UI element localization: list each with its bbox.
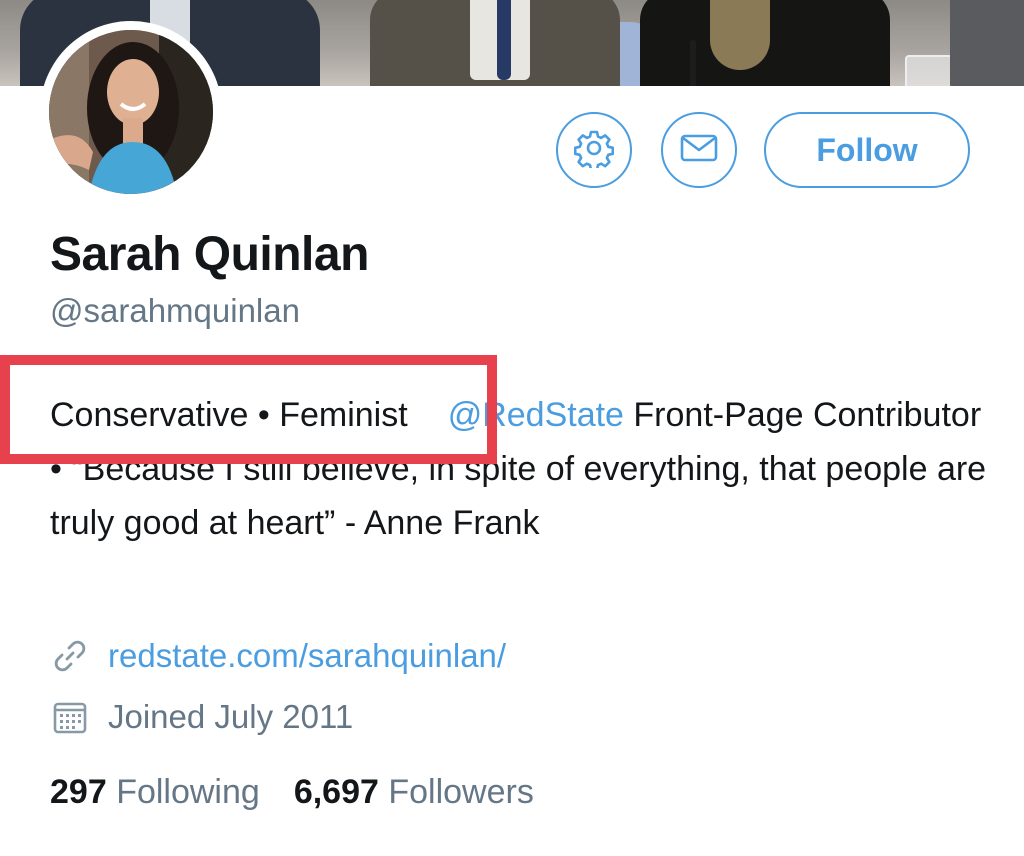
- website-link[interactable]: redstate.com/sarahquinlan/: [108, 637, 506, 675]
- display-name: Sarah Quinlan: [50, 228, 369, 281]
- profile-page: Follow Sarah Quinlan @sarahmquinlan Cons…: [0, 0, 1024, 856]
- joined-row: Joined July 2011: [50, 697, 353, 737]
- envelope-icon: [679, 128, 719, 173]
- followers-stat[interactable]: 6,697 Followers: [294, 773, 534, 811]
- avatar-photo: [49, 30, 213, 194]
- followers-label: Followers: [388, 773, 534, 811]
- followers-count: 6,697: [293, 773, 379, 811]
- highlight-annotation-box: [0, 355, 497, 464]
- message-button[interactable]: [661, 112, 737, 188]
- avatar[interactable]: [40, 21, 222, 203]
- username-handle: @sarahmquinlan: [50, 292, 300, 329]
- follow-stats: 297 Following 6,697 Followers: [50, 773, 534, 812]
- follow-button[interactable]: Follow: [764, 112, 970, 188]
- website-row: redstate.com/sarahquinlan/: [50, 636, 506, 676]
- following-stat[interactable]: 297 Following: [50, 773, 260, 811]
- follow-button-label: Follow: [816, 131, 918, 168]
- following-count: 297: [50, 773, 107, 811]
- joined-date: Joined July 2011: [108, 698, 354, 735]
- calendar-icon: [50, 697, 90, 737]
- gear-icon: [573, 128, 615, 173]
- settings-button[interactable]: [556, 112, 632, 188]
- following-label: Following: [116, 773, 260, 811]
- link-icon: [50, 636, 90, 676]
